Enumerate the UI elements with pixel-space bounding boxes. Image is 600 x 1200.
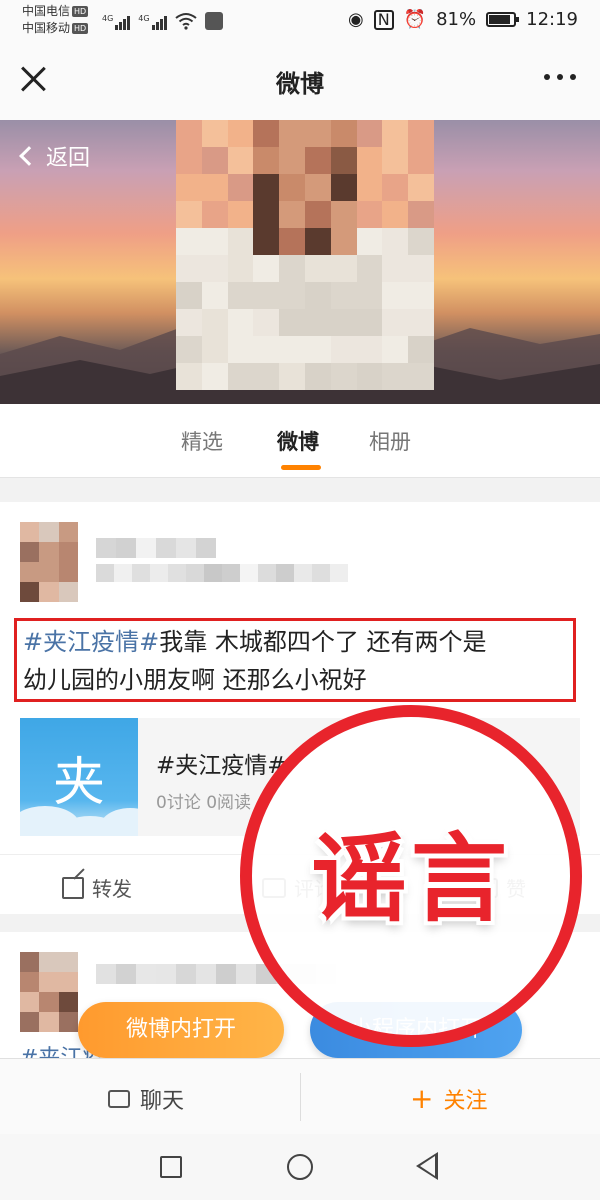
signal-icon-2: 4G xyxy=(138,14,167,30)
blurred-post-meta xyxy=(96,564,348,582)
divider xyxy=(300,1073,301,1121)
status-right: ◉ N ⏰ 81% 12:19 xyxy=(348,9,578,30)
plus-icon: + xyxy=(410,1082,434,1115)
wifi-icon xyxy=(174,13,197,30)
home-icon[interactable] xyxy=(287,1154,313,1180)
highlighted-post-text: #夹江疫情#我靠 木城都四个了 还有两个是 幼儿园的小朋友啊 还那么小祝好 xyxy=(14,618,576,702)
signal-icons: 4G 4G xyxy=(102,10,223,30)
pixelated-avatar xyxy=(176,120,434,390)
chat-button[interactable]: 聊天 xyxy=(108,1083,184,1115)
chevron-left-icon xyxy=(19,146,39,166)
signal-icon-1: 4G xyxy=(102,14,131,30)
profile-cover: 返回 xyxy=(0,120,600,404)
status-bar: 中国电信 HD 中国移动 HD 4G 4G ◉ N ⏰ 81% 12:19 xyxy=(0,0,600,40)
tab-featured[interactable]: 精选 xyxy=(181,426,223,456)
nfc-icon: N xyxy=(373,9,394,30)
rumor-stamp: 谣言 xyxy=(240,705,582,1047)
app-notification-icon xyxy=(204,12,223,30)
eye-icon: ◉ xyxy=(348,9,364,30)
share-button[interactable]: 转发 xyxy=(62,873,132,902)
follow-button[interactable]: + 关注 xyxy=(410,1083,487,1115)
clock: 12:19 xyxy=(526,9,578,30)
more-icon[interactable] xyxy=(544,74,576,80)
alarm-icon: ⏰ xyxy=(403,9,427,30)
blurred-username xyxy=(96,538,216,558)
active-tab-indicator xyxy=(281,465,321,470)
topic-stats: 0讨论 0阅读 xyxy=(156,793,252,813)
system-nav-bar xyxy=(0,1134,600,1200)
share-icon xyxy=(62,876,84,899)
page-title: 微博 xyxy=(276,70,324,98)
back-triangle-icon[interactable] xyxy=(416,1152,438,1180)
avatar[interactable] xyxy=(20,952,78,1032)
nav-bar: 微博 xyxy=(0,40,600,120)
carrier-2: 中国移动 HD xyxy=(22,21,89,35)
topic-thumbnail: 夹 xyxy=(20,718,138,836)
carrier-1: 中国电信 HD xyxy=(22,4,89,18)
tab-album[interactable]: 相册 xyxy=(369,426,411,456)
bottom-action-bar: 聊天 + 关注 xyxy=(0,1058,600,1134)
open-in-weibo-button[interactable]: 微博内打开 xyxy=(78,1002,284,1058)
avatar[interactable] xyxy=(20,522,78,602)
weibo-page: 中国电信 HD 中国移动 HD 4G 4G ◉ N ⏰ 81% 12:19 微博… xyxy=(0,0,600,1200)
profile-tabs: 精选 微博 相册 xyxy=(0,404,600,478)
topic-title: #夹江疫情# xyxy=(156,753,287,779)
post-text: #夹江疫情#我靠 木城都四个了 还有两个是 幼儿园的小朋友啊 还那么小祝好 xyxy=(23,628,487,694)
recent-apps-icon[interactable] xyxy=(160,1156,182,1178)
hashtag-link[interactable]: #夹江疫情# xyxy=(23,628,159,656)
battery-percent: 81% xyxy=(436,9,477,30)
battery-icon xyxy=(486,12,520,27)
tab-weibo[interactable]: 微博 xyxy=(277,426,319,456)
chat-icon xyxy=(108,1090,130,1108)
back-button[interactable]: 返回 xyxy=(19,140,90,172)
